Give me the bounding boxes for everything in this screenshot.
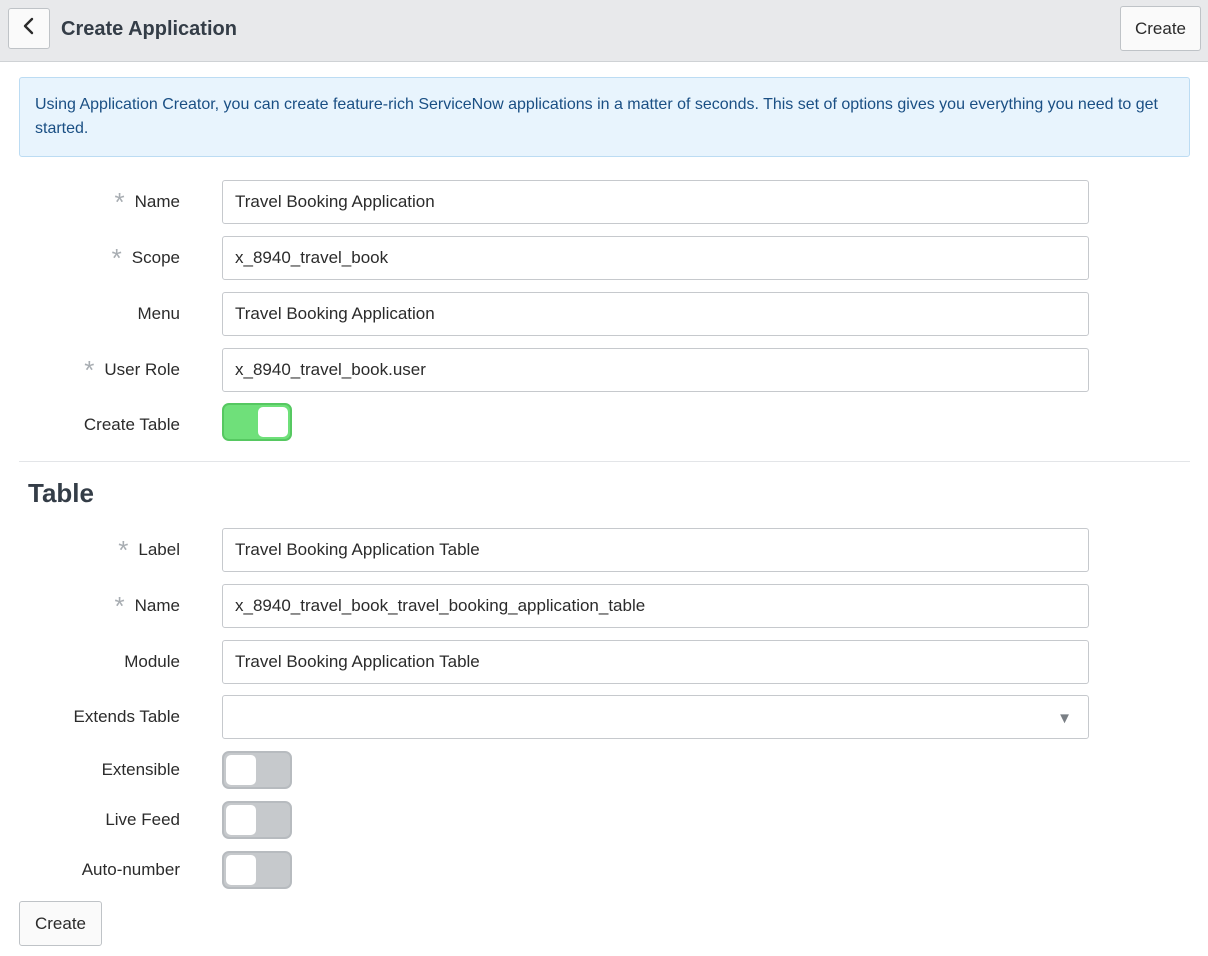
header-bar: Create Application Create xyxy=(0,0,1208,62)
field-row-live-feed: Live Feed xyxy=(0,801,1208,845)
name-label: * Name xyxy=(115,180,180,224)
asterisk-icon: * xyxy=(114,591,125,621)
field-row-extensible: Extensible xyxy=(0,751,1208,795)
extensible-label-text: Extensible xyxy=(101,760,180,779)
table-label-input[interactable] xyxy=(222,528,1089,572)
live-feed-label-text: Live Feed xyxy=(105,810,180,829)
table-name-label: * Name xyxy=(115,584,180,628)
scope-label: * Scope xyxy=(112,236,180,280)
live-feed-label: Live Feed xyxy=(105,801,180,839)
extensible-label: Extensible xyxy=(102,751,180,789)
asterisk-icon: * xyxy=(114,187,125,217)
create-table-label: Create Table xyxy=(84,403,180,447)
auto-number-label: Auto-number xyxy=(82,851,180,889)
auto-number-toggle[interactable] xyxy=(222,851,292,889)
scope-label-text: Scope xyxy=(131,248,180,267)
asterisk-icon: * xyxy=(84,355,95,385)
menu-input[interactable] xyxy=(222,292,1089,336)
name-label-text: Name xyxy=(134,192,180,211)
field-row-name: * Name xyxy=(0,180,1208,224)
module-input[interactable] xyxy=(222,640,1089,684)
menu-label-text: Menu xyxy=(137,304,180,323)
section-divider xyxy=(19,461,1190,462)
toggle-knob xyxy=(258,407,288,437)
field-row-user-role: * User Role xyxy=(0,348,1208,392)
asterisk-icon: * xyxy=(111,243,122,273)
toggle-knob xyxy=(226,855,256,885)
auto-number-label-text: Auto-number xyxy=(81,860,180,879)
field-row-extends-table: Extends Table ▼ xyxy=(0,695,1208,739)
field-row-create-table: Create Table xyxy=(0,403,1208,447)
field-row-table-name: * Name xyxy=(0,584,1208,628)
asterisk-icon: * xyxy=(118,535,129,565)
user-role-label: * User Role xyxy=(84,348,180,392)
create-table-label-text: Create Table xyxy=(83,415,180,434)
extensible-toggle[interactable] xyxy=(222,751,292,789)
field-row-auto-number: Auto-number xyxy=(0,851,1208,895)
extends-table-label-text: Extends Table xyxy=(73,707,180,726)
extends-table-label: Extends Table xyxy=(74,695,180,739)
user-role-input[interactable] xyxy=(222,348,1089,392)
extends-table-select[interactable]: ▼ xyxy=(222,695,1089,739)
table-label-label-text: Label xyxy=(138,540,180,559)
field-row-menu: Menu xyxy=(0,292,1208,336)
toggle-knob xyxy=(226,805,256,835)
triangle-down-icon: ▼ xyxy=(1057,710,1072,727)
field-row-table-label: * Label xyxy=(0,528,1208,572)
chevron-left-icon xyxy=(22,17,36,40)
menu-label: Menu xyxy=(137,292,180,336)
table-name-input[interactable] xyxy=(222,584,1089,628)
create-table-toggle[interactable] xyxy=(222,403,292,441)
field-row-module: Module xyxy=(0,640,1208,684)
scope-input[interactable] xyxy=(222,236,1089,280)
info-banner: Using Application Creator, you can creat… xyxy=(19,77,1190,157)
module-label: Module xyxy=(124,640,180,684)
field-row-scope: * Scope xyxy=(0,236,1208,280)
user-role-label-text: User Role xyxy=(104,360,180,379)
page-title: Create Application xyxy=(61,18,237,40)
module-label-text: Module xyxy=(124,652,180,671)
footer-create-button[interactable]: Create xyxy=(19,901,102,946)
table-label-label: * Label xyxy=(118,528,180,572)
toggle-knob xyxy=(226,755,256,785)
live-feed-toggle[interactable] xyxy=(222,801,292,839)
header-create-button[interactable]: Create xyxy=(1120,6,1201,51)
table-section-title: Table xyxy=(28,478,94,508)
back-button[interactable] xyxy=(8,8,50,49)
name-input[interactable] xyxy=(222,180,1089,224)
table-name-label-text: Name xyxy=(134,596,180,615)
